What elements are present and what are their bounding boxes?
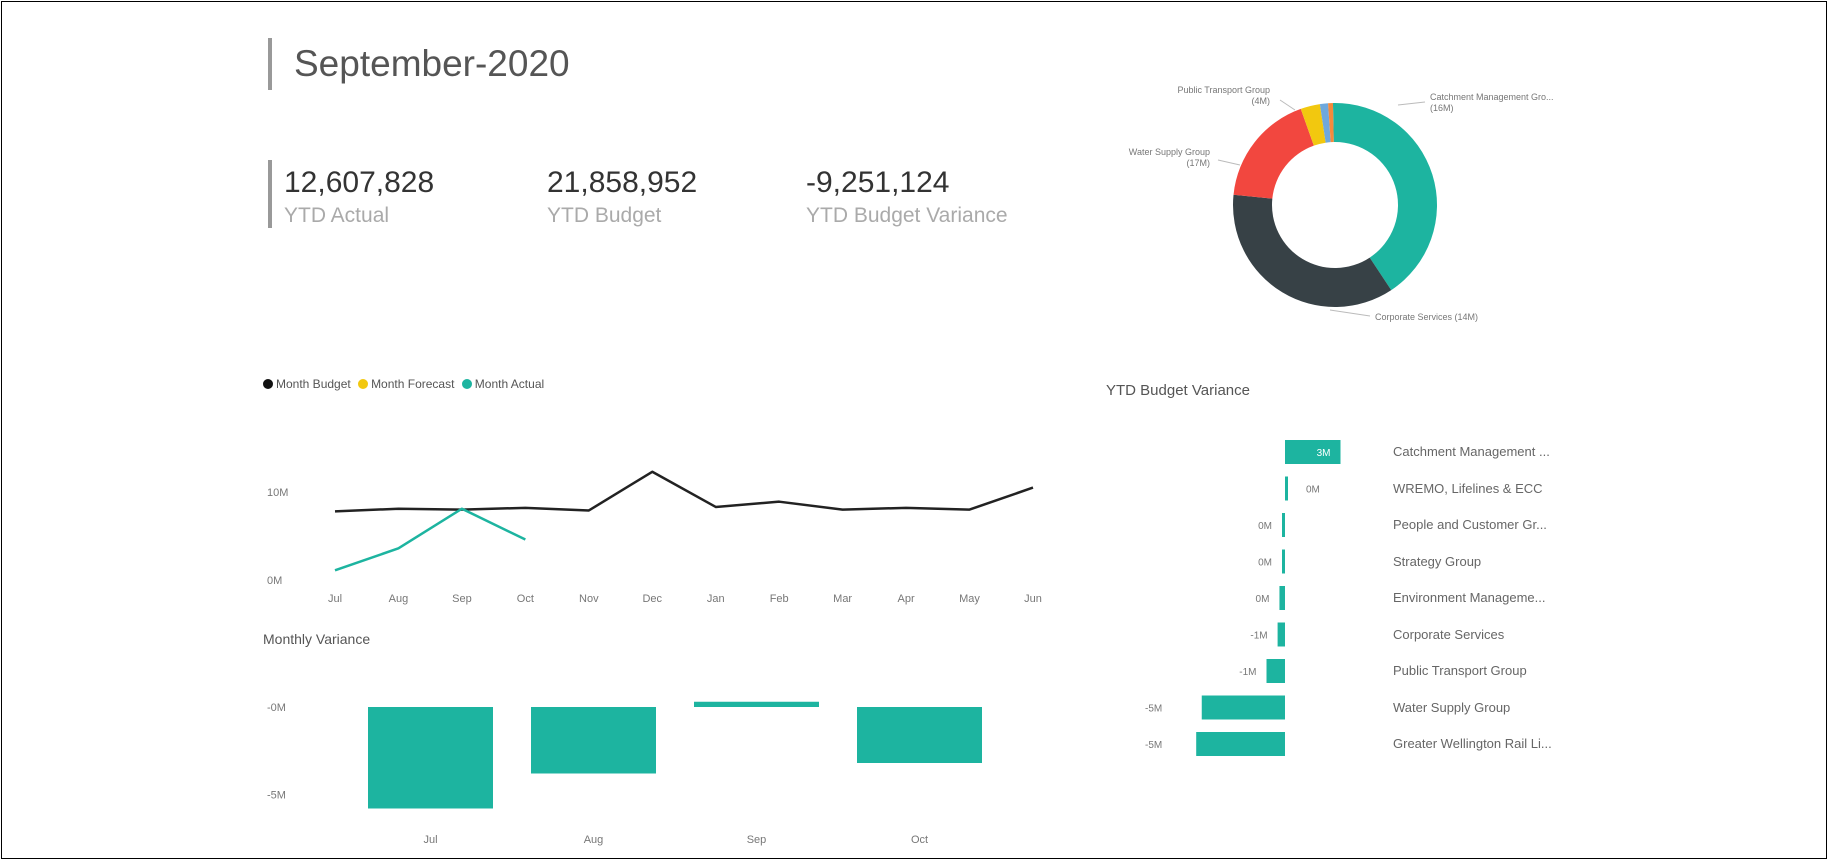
ytd-variance-bar — [1277, 622, 1285, 647]
donut-slice — [1233, 194, 1392, 308]
ytd-category-label: Public Transport Group — [1393, 663, 1527, 678]
series-month-actual-line — [334, 507, 526, 572]
ytd-value-label: 3M — [1317, 448, 1331, 459]
legend-marker — [263, 379, 273, 389]
x-tick-label: Feb — [770, 593, 789, 605]
ytd-variance-bar — [1201, 695, 1285, 720]
x-tick-label: May — [959, 593, 980, 605]
y-tick-label: -0M — [267, 702, 286, 714]
ytd-category-label: Greater Wellington Rail Li... — [1393, 736, 1552, 751]
x-tick-label: Mar — [833, 593, 852, 605]
ytd-variance-bar — [1266, 659, 1285, 683]
leader-line — [1217, 159, 1241, 166]
x-tick-label: Aug — [584, 834, 604, 846]
ytd-category-label: Strategy Group — [1393, 553, 1482, 569]
ytd-category-label: Water Supply Group — [1393, 699, 1511, 715]
y-tick-label: -5M — [267, 790, 286, 802]
ytd-variance-bar — [1279, 586, 1285, 610]
leader-line — [1279, 99, 1296, 111]
ytd-category-label: Corporate Services — [1393, 626, 1505, 642]
ytd-variance-bar — [1282, 549, 1285, 574]
ytd-value-label: -1M — [1239, 667, 1256, 678]
leader-line — [1329, 309, 1371, 317]
ytd-value-label: 0M — [1306, 485, 1320, 496]
ytd-value-label: -5M — [1145, 740, 1162, 751]
x-tick-label: Nov — [579, 593, 599, 605]
monthly-line-chart[interactable]: 10M 0M Jul Aug Sep Oct Nov Dec Jan Feb Mar Apr May Ju… — [255, 430, 1055, 610]
kpi-ytd-budget[interactable]: 21,858,952 YTD Budget — [547, 166, 697, 230]
ytd-variance-bar — [1196, 732, 1285, 756]
legend-label: Month Forecast — [371, 377, 455, 391]
x-tick-label: Jul — [328, 593, 342, 605]
ytd-variance-title: YTD Budget Variance — [1106, 382, 1250, 399]
x-tick-label: Oct — [911, 834, 928, 846]
x-tick-label: Oct — [517, 593, 534, 605]
legend-marker — [358, 379, 369, 389]
legend-marker — [461, 379, 472, 389]
donut-label: Catchment Management Gro... — [1430, 92, 1554, 102]
group-donut-chart[interactable]: Public Transport Group(4M) Water Supply G… — [1080, 70, 1620, 330]
leader-line — [1397, 101, 1426, 106]
ytd-variance-bar — [1282, 513, 1285, 537]
donut-slice — [1233, 108, 1314, 199]
kpi-accent-bar — [268, 160, 272, 228]
kpi-label: YTD Actual — [284, 204, 390, 227]
kpi-ytd-budget-variance[interactable]: -9,251,124 YTD Budget Variance — [806, 166, 1008, 230]
donut-label: (17M) — [1186, 158, 1210, 168]
donut-label: (4M) — [1252, 96, 1271, 106]
legend-label: Month Actual — [474, 377, 545, 391]
x-tick-label: Jul — [423, 834, 437, 846]
variance-bar — [857, 707, 982, 763]
legend-item-forecast[interactable]: Month Forecast — [358, 377, 454, 391]
ytd-category-label: WREMO, Lifelines & ECC — [1393, 480, 1543, 496]
y-tick-label: 0M — [267, 575, 282, 587]
ytd-category-label: Environment Manageme... — [1393, 590, 1546, 605]
x-tick-label: Aug — [389, 593, 409, 605]
donut-slice — [1332, 103, 1437, 291]
kpi-value: 12,607,828 — [284, 166, 435, 199]
ytd-variance-bar — [1285, 476, 1288, 501]
ytd-category-label: Catchment Management ... — [1393, 444, 1550, 459]
variance-bar — [531, 707, 656, 774]
legend-item-budget[interactable]: Month Budget — [263, 377, 351, 391]
ytd-value-label: -1M — [1250, 631, 1267, 642]
ytd-variance-bar — [1285, 440, 1341, 464]
donut-label: (16M) — [1430, 103, 1454, 113]
monthly-variance-title: Monthly Variance — [263, 631, 371, 647]
x-tick-label: Sep — [452, 593, 472, 605]
ytd-value-label: 0M — [1256, 594, 1270, 605]
legend-label: Month Budget — [276, 377, 351, 391]
ytd-variance-bar-chart[interactable]: 3M 0M 0M 0M 0M -1M -1M -5M -5M — [1120, 425, 1390, 765]
y-tick-label: 10M — [267, 487, 288, 499]
kpi-ytd-actual[interactable]: 12,607,828 YTD Actual — [284, 166, 434, 230]
legend-item-actual[interactable]: Month Actual — [461, 377, 545, 391]
ytd-value-label: -5M — [1145, 704, 1162, 715]
kpi-label: YTD Budget — [547, 204, 662, 227]
x-tick-label: Jan — [707, 593, 725, 605]
donut-label: Corporate Services (14M) — [1375, 312, 1478, 322]
donut-label: Public Transport Group — [1177, 85, 1270, 95]
ytd-value-label: 0M — [1258, 521, 1272, 532]
donut-label: Water Supply Group — [1129, 147, 1210, 157]
variance-bar — [368, 707, 493, 809]
kpi-value: -9,251,124 — [806, 166, 950, 199]
ytd-value-label: 0M — [1258, 558, 1272, 569]
x-tick-label: Apr — [898, 593, 915, 605]
kpi-value: 21,858,952 — [547, 166, 698, 199]
kpi-label: YTD Budget Variance — [806, 204, 1008, 227]
x-tick-label: Jun — [1024, 593, 1042, 605]
series-month-budget-line — [334, 470, 1034, 513]
x-tick-label: Dec — [642, 593, 662, 605]
monthly-variance-chart[interactable]: -0M -5M Jul Aug Sep Oct — [255, 680, 1055, 855]
variance-bar — [694, 701, 819, 707]
line-chart-legend: Month Budget Month Forecast Month Actual — [263, 377, 548, 391]
page-title: September-2020 — [268, 38, 570, 90]
ytd-category-label: People and Customer Gr... — [1393, 517, 1547, 532]
x-tick-label: Sep — [747, 834, 767, 846]
